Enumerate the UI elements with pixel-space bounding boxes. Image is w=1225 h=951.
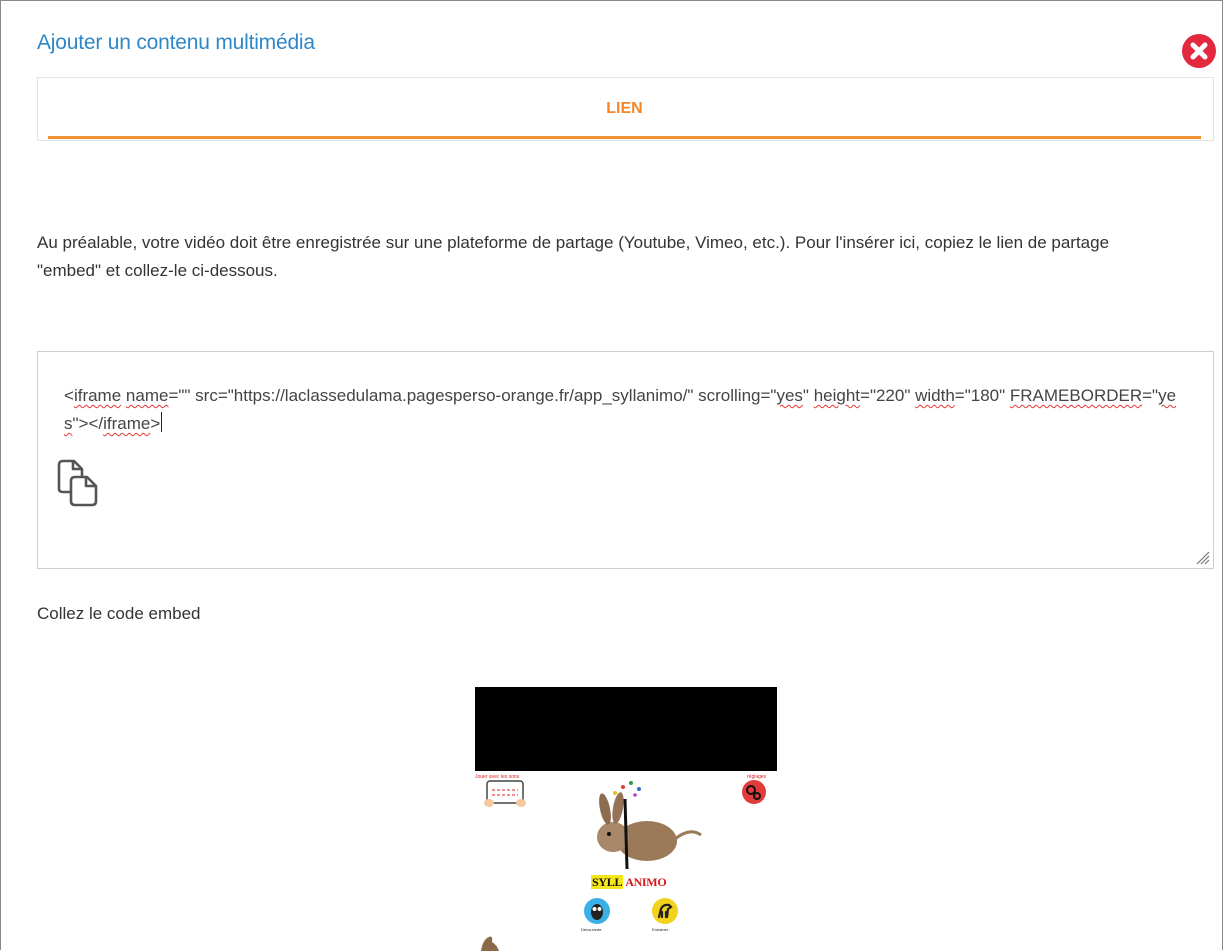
tablet-hands-icon[interactable] bbox=[483, 779, 527, 809]
close-button[interactable] bbox=[1182, 34, 1216, 68]
syllanimo-logo: SYLL ANIMO bbox=[591, 875, 667, 889]
close-circle-icon bbox=[1190, 42, 1208, 60]
rabbit-illustration bbox=[597, 781, 702, 870]
resize-handle-icon[interactable] bbox=[1194, 549, 1210, 565]
instructions-text: Au préalable, votre vidéo doit être enre… bbox=[37, 233, 1110, 280]
embed-code-value: <iframe name="" src="https://laclassedul… bbox=[64, 386, 1177, 433]
horse-app-icon[interactable] bbox=[651, 897, 679, 925]
dialog-title: Ajouter un contenu multimédia bbox=[37, 31, 315, 54]
bottom-animal-illustration bbox=[481, 936, 499, 951]
multimedia-dialog: Ajouter un contenu multimédia LIEN Au pr… bbox=[0, 0, 1223, 951]
active-tab-indicator bbox=[48, 136, 1201, 139]
tab-lien[interactable]: LIEN bbox=[48, 78, 1201, 140]
owl-app-icon[interactable] bbox=[583, 897, 611, 925]
embed-preview[interactable]: Jouer avec les sons réglages SYLL ANIMO … bbox=[475, 687, 777, 951]
app1-label: Découverte bbox=[581, 927, 602, 932]
preview-header bbox=[475, 687, 777, 771]
copy-icon[interactable] bbox=[54, 457, 104, 507]
tab-bar: LIEN bbox=[37, 77, 1214, 141]
settings-gears-icon[interactable] bbox=[741, 779, 767, 805]
app2-label: Entrainer bbox=[652, 927, 669, 932]
paste-label: Collez le code embed bbox=[37, 604, 201, 623]
embed-code-textarea[interactable]: <iframe name="" src="https://laclassedul… bbox=[37, 351, 1214, 569]
text-caret bbox=[161, 412, 163, 432]
